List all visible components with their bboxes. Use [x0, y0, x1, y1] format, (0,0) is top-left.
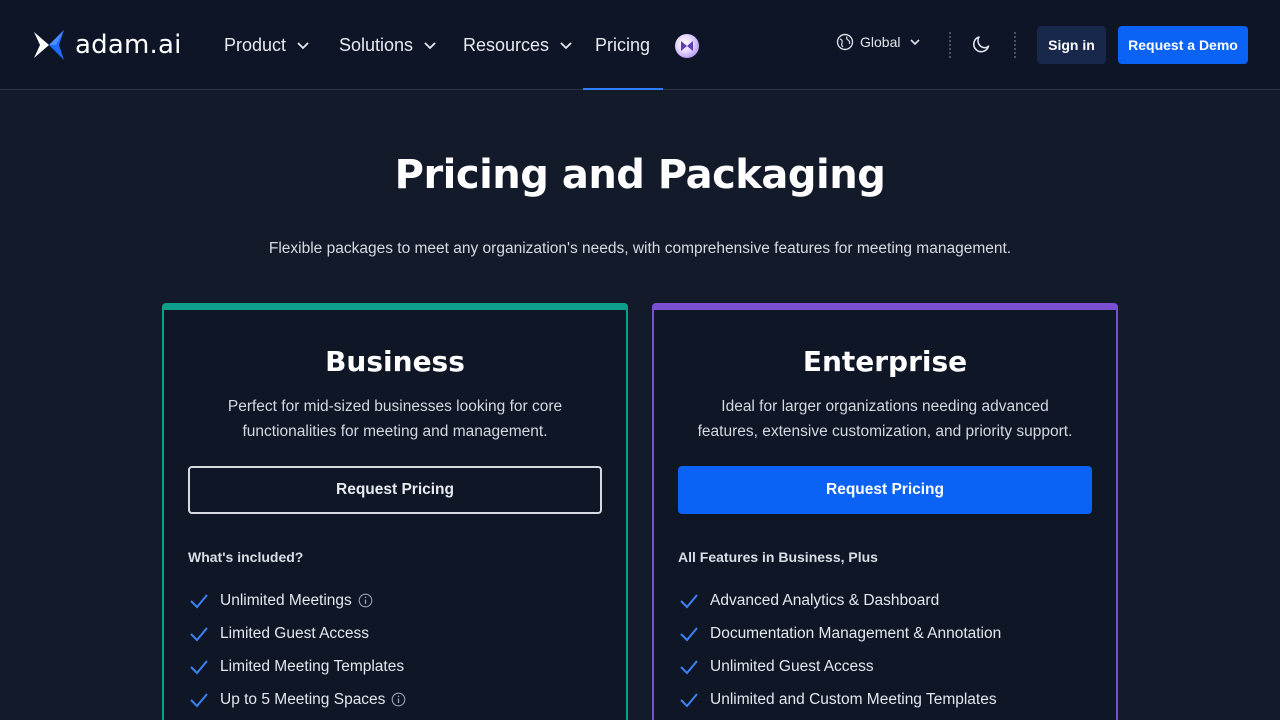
feature-label: Unlimited Meetings — [220, 591, 352, 609]
region-selector[interactable]: Global — [836, 33, 921, 51]
feature-label: Limited Meeting Templates — [220, 657, 405, 675]
site-header: adam.ai Product Solutions Resources Pric… — [0, 0, 1280, 90]
plan-title: Enterprise — [802, 345, 968, 378]
check-icon — [680, 626, 698, 641]
check-icon — [190, 626, 208, 641]
chevron-down-icon — [424, 42, 436, 50]
feature-label: Limited Guest Access — [220, 624, 370, 642]
divider — [1014, 32, 1016, 58]
plan-card-enterprise: Enterprise Ideal for larger organization… — [652, 303, 1118, 720]
nav-item-label: Product — [224, 34, 287, 55]
check-icon — [680, 692, 698, 707]
plan-section-label: What's included? — [188, 549, 304, 565]
brand-name: adam.ai — [75, 30, 182, 60]
list-item: Up to 5 Meeting Spaces — [188, 683, 406, 716]
plan-description: Ideal for larger organizations needing a… — [697, 398, 1073, 440]
check-icon — [190, 593, 208, 608]
request-pricing-button[interactable]: Request Pricing — [678, 466, 1092, 514]
nav-item-resources[interactable]: Resources — [463, 0, 595, 90]
chevron-down-icon — [560, 42, 572, 50]
chevron-down-icon — [910, 39, 921, 46]
brand-logo[interactable]: adam.ai — [32, 28, 182, 62]
divider — [949, 32, 951, 58]
globe-icon — [836, 33, 854, 51]
check-icon — [190, 692, 208, 707]
page-subtitle: Flexible packages to meet any organizati… — [268, 240, 1012, 257]
list-item: Advanced Analytics & Dashboard — [678, 584, 1001, 617]
feature-label: Unlimited and Custom Meeting Templates — [710, 690, 997, 708]
nav-item-pricing[interactable]: Pricing — [583, 0, 675, 90]
feature-label: Up to 5 Meeting Spaces — [220, 690, 386, 708]
plan-description: Perfect for mid-sized businesses looking… — [227, 398, 563, 440]
list-item: Unlimited Meetings — [188, 584, 406, 617]
page-title: Pricing and Packaging — [394, 152, 886, 198]
check-icon — [680, 593, 698, 608]
nav-item-label: Pricing — [595, 34, 651, 55]
main-nav: Product Solutions Resources Pricing — [224, 0, 675, 90]
nav-item-product[interactable]: Product — [224, 0, 339, 90]
ai-assistant-icon — [681, 41, 693, 51]
feature-label: Documentation Management & Annotation — [710, 624, 1002, 642]
moon-icon[interactable] — [972, 34, 992, 54]
nav-item-label: Resources — [463, 34, 550, 55]
info-icon[interactable] — [391, 692, 406, 707]
check-icon — [190, 659, 208, 674]
list-item: Limited Meeting Templates — [188, 650, 406, 683]
plan-section-label: All Features in Business, Plus — [678, 549, 878, 565]
feature-list: Unlimited Meetings Limited Guest Access … — [188, 584, 406, 716]
region-label: Global — [860, 34, 901, 50]
sign-in-button[interactable]: Sign in — [1037, 26, 1106, 64]
list-item: Limited Guest Access — [188, 617, 406, 650]
list-item: Unlimited Guest Access — [678, 650, 1001, 683]
adam-logo-icon — [34, 30, 64, 60]
nav-item-solutions[interactable]: Solutions — [339, 0, 463, 90]
feature-label: Advanced Analytics & Dashboard — [710, 591, 940, 609]
feature-list: Advanced Analytics & Dashboard Documenta… — [678, 584, 1001, 716]
ai-assistant-button[interactable] — [675, 34, 699, 58]
nav-item-label: Solutions — [339, 34, 414, 55]
chevron-down-icon — [297, 42, 309, 50]
list-item: Documentation Management & Annotation — [678, 617, 1001, 650]
feature-label: Unlimited Guest Access — [710, 657, 874, 675]
request-demo-button[interactable]: Request a Demo — [1118, 26, 1248, 64]
plan-title: Business — [325, 345, 465, 378]
info-icon[interactable] — [358, 593, 373, 608]
plan-card-business: Business Perfect for mid-sized businesse… — [162, 303, 628, 720]
list-item: Unlimited and Custom Meeting Templates — [678, 683, 1001, 716]
check-icon — [680, 659, 698, 674]
request-pricing-button[interactable]: Request Pricing — [188, 466, 602, 514]
